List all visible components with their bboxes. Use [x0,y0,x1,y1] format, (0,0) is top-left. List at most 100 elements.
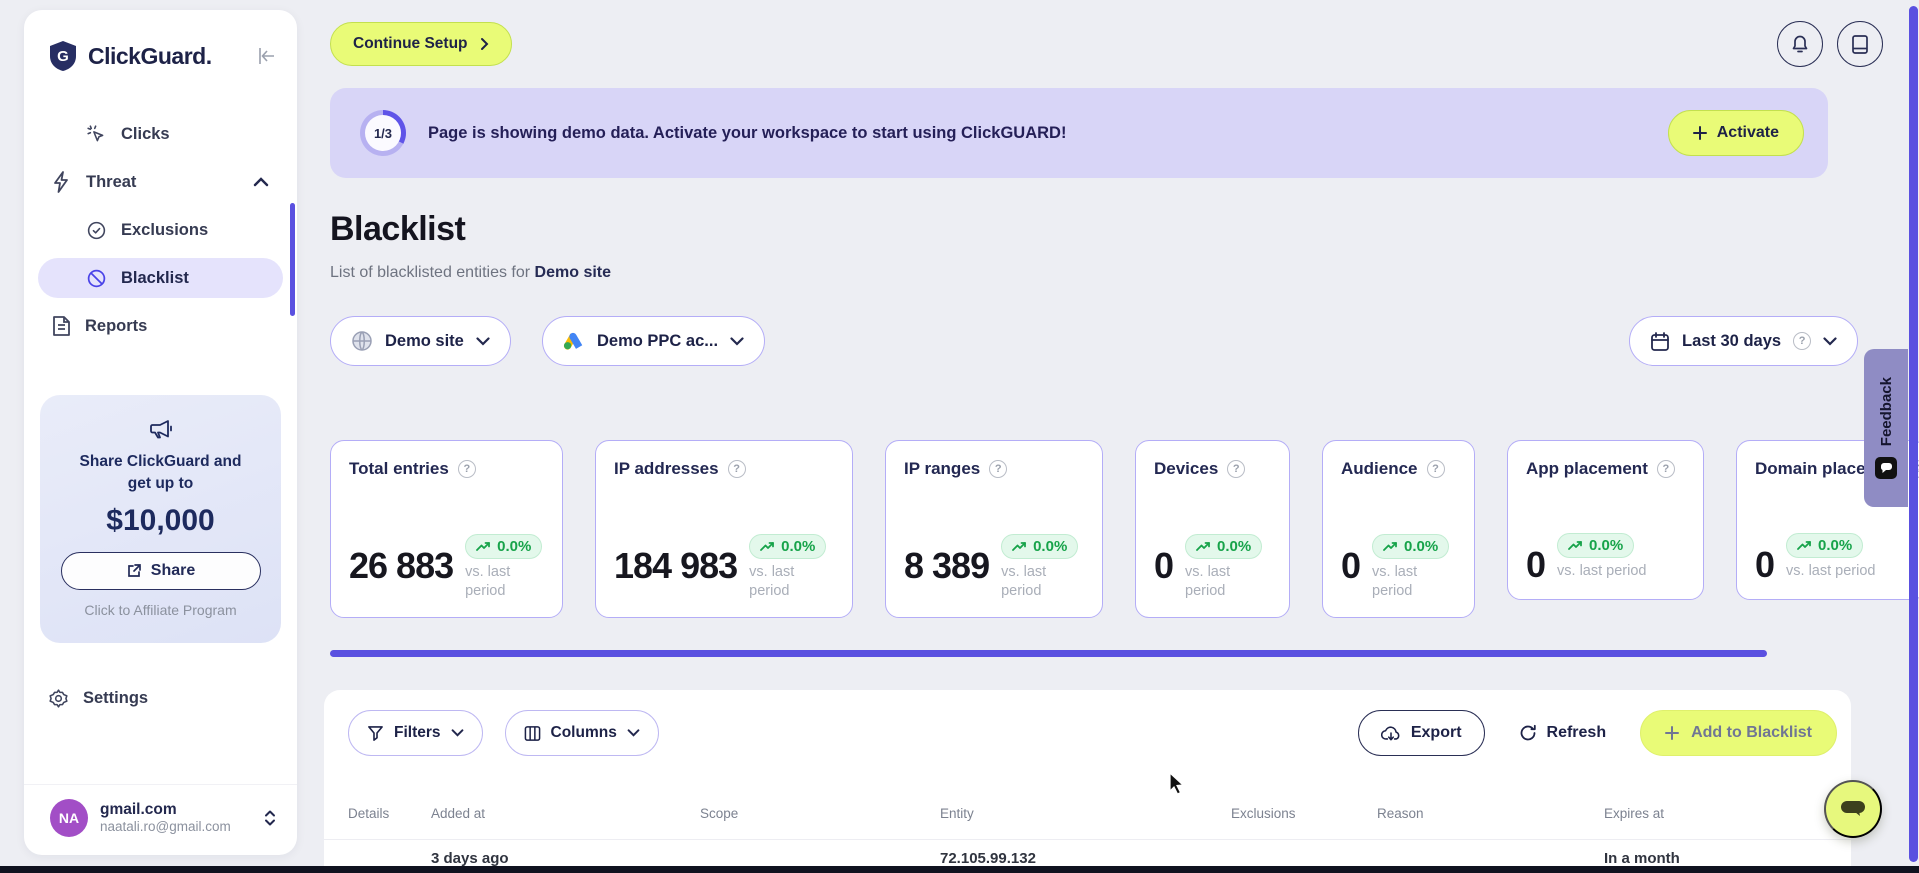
stat-card-delta: 0.0% [1404,538,1439,556]
site-selector[interactable]: Demo site [330,316,511,366]
feedback-tab[interactable]: Feedback [1864,349,1908,507]
affiliate-promo-card[interactable]: Share ClickGuard and get up to $10,000 S… [40,395,281,643]
continue-setup-button[interactable]: Continue Setup [330,22,512,66]
stat-card-value: 184 983 [614,545,738,587]
activate-button[interactable]: Activate [1667,110,1804,156]
sidebar-item-label: Blacklist [121,268,189,287]
settings-label: Settings [83,689,149,707]
share-button[interactable]: Share [60,551,261,590]
setup-progress-label: 1/3 [373,125,393,141]
avatar: NA [50,799,88,837]
collapse-sidebar-icon[interactable] [257,47,277,65]
help-icon[interactable]: ? [1426,460,1445,478]
row-scope-cell [700,850,940,867]
chevron-right-icon [480,37,489,51]
chat-widget-button[interactable] [1824,780,1882,838]
sidebar-item-settings[interactable]: Settings [48,688,148,709]
column-header-added-at[interactable]: Added at [431,806,700,821]
book-icon [1851,34,1869,55]
sidebar-scrollbar-thumb[interactable] [290,203,295,316]
column-header-scope[interactable]: Scope [700,806,940,821]
cards-horizontal-scrollbar[interactable] [330,650,1767,657]
help-icon: ? [1793,332,1812,350]
external-link-icon [126,563,142,579]
stat-card-delta: 0.0% [1589,537,1624,554]
stat-card-audience: Audience? 0 0.0% vs. last period [1322,440,1475,618]
page-scrollbar-thumb[interactable] [1909,6,1918,862]
filters-label: Filters [394,724,441,741]
help-icon[interactable]: ? [989,460,1008,478]
trend-up-icon [760,541,775,552]
page-subtitle-prefix: List of blacklisted entities for [330,264,535,281]
stat-card-label: Devices [1154,459,1219,478]
stat-card-compare: vs. last period [1185,564,1231,600]
notifications-button[interactable] [1777,21,1823,67]
chevron-down-icon [627,729,640,737]
setup-progress-ring: 1/3 [360,110,406,156]
sidebar-item-exclusions[interactable]: Exclusions [38,210,283,250]
refresh-button[interactable]: Refresh [1519,724,1607,742]
badge-check-icon [86,220,107,241]
chevron-up-icon [253,177,269,187]
sidebar-item-reports[interactable]: Reports [38,306,283,346]
sidebar-item-label: Reports [85,316,148,335]
columns-label: Columns [550,724,617,741]
stat-card-compare: vs. last period [1786,563,1876,579]
megaphone-icon [56,417,265,441]
chevron-down-icon [451,729,464,737]
account-switcher[interactable]: NA gmail.com naatali.ro@gmail.com [24,784,297,843]
add-to-blacklist-label: Add to Blacklist [1691,724,1812,741]
stat-card-compare: vs. last period [1372,564,1418,600]
page-title: Blacklist [330,210,466,248]
app-name: ClickGuard. [88,42,212,69]
chevron-down-icon [1823,336,1837,346]
stat-card-value: 0 [1526,544,1546,585]
help-icon[interactable]: ? [727,460,746,478]
sidebar-item-threat[interactable]: Threat [38,162,283,202]
column-header-expires-at[interactable]: Expires at [1604,806,1851,821]
share-button-label: Share [150,561,196,579]
help-icon[interactable]: ? [1227,460,1246,478]
sidebar-item-label: Threat [86,172,137,191]
sidebar: G ClickGuard. Clicks Threat Exclusions B… [24,10,297,855]
funnel-icon [367,725,384,742]
sidebar-item-blacklist[interactable]: Blacklist [38,258,283,298]
refresh-label: Refresh [1546,724,1607,741]
trend-up-icon [1383,541,1398,552]
table-row[interactable]: 3 days ago 72.105.99.132 In a month [324,850,1851,867]
promo-headline: Share ClickGuard and get up to [79,453,242,493]
sidebar-item-clicks[interactable]: Clicks [38,114,283,154]
blacklist-table-panel: Filters Columns Export Refresh Add to Bl… [324,690,1851,873]
ppc-account-selector[interactable]: Demo PPC ac... [542,316,766,366]
ban-icon [86,268,107,289]
demo-data-banner: 1/3 Page is showing demo data. Activate … [330,88,1828,178]
columns-button[interactable]: Columns [504,710,659,756]
column-header-details[interactable]: Details [324,806,431,821]
stat-card-total-entries: Total entries? 26 883 0.0% vs. last peri… [330,440,563,618]
stat-card-delta: 0.0% [1217,538,1252,556]
column-header-reason[interactable]: Reason [1377,806,1604,821]
trend-up-icon [1568,540,1583,551]
stat-card-delta: 0.0% [781,538,816,556]
trend-up-icon [476,541,491,552]
stat-card-app-placement: App placement? 0 0.0% vs. last period [1507,440,1704,600]
column-header-entity[interactable]: Entity [940,806,1231,821]
trend-up-icon [1797,540,1812,551]
help-icon[interactable]: ? [457,460,476,478]
stat-card-label: Audience [1341,459,1418,478]
date-range-selector[interactable]: Last 30 days ? [1629,316,1859,366]
stat-card-value: 0 [1755,544,1775,585]
filters-button[interactable]: Filters [348,710,483,756]
chevron-down-icon [730,336,744,346]
row-added-at-cell: 3 days ago [431,850,509,867]
gear-icon [48,688,69,709]
stat-card-ip-ranges: IP ranges? 8 389 0.0% vs. last period [885,440,1103,618]
stat-card-label: IP ranges [904,459,981,478]
add-to-blacklist-button[interactable]: Add to Blacklist [1640,710,1837,756]
row-entity-cell: 72.105.99.132 [940,850,1036,867]
docs-button[interactable] [1837,21,1883,67]
help-icon[interactable]: ? [1656,460,1675,478]
column-header-exclusions[interactable]: Exclusions [1231,806,1377,821]
export-button[interactable]: Export [1357,710,1485,756]
stat-card-label: IP addresses [614,459,719,478]
